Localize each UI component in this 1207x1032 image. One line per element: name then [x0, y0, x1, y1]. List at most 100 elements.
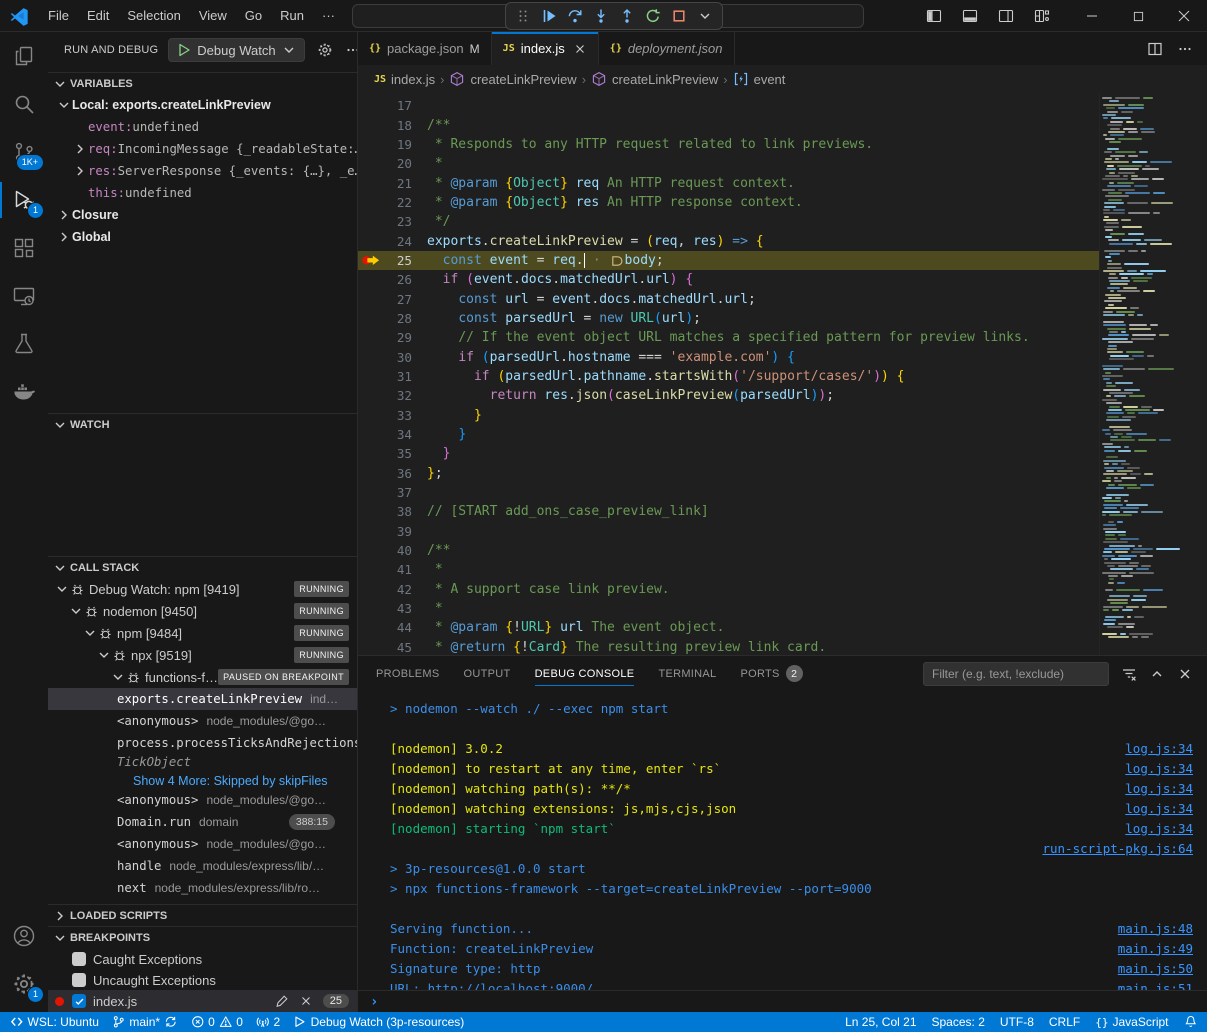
variable-row[interactable]: req: IncomingMessage {_readableState:…	[48, 138, 357, 160]
line-number[interactable]: 28	[384, 311, 412, 326]
chevron-down-icon[interactable]	[68, 603, 84, 619]
call-stack-session[interactable]: npx [9519]RUNNING	[48, 644, 357, 666]
gutter-glyph[interactable]	[358, 464, 384, 483]
code-line[interactable]: 32 return res.json(caseLinkPreview(parse…	[358, 386, 1207, 405]
activity-source-control[interactable]: 1K+	[0, 128, 48, 176]
tab-deployment.json[interactable]: {}deployment.json	[599, 32, 735, 65]
skipfiles-link[interactable]: Show 4 More: Skipped by skipFiles	[133, 774, 328, 788]
status-item-left-1[interactable]: main*	[112, 1015, 178, 1029]
chevron-down-button[interactable]	[694, 5, 716, 27]
line-number[interactable]: 26	[384, 272, 412, 287]
layout-customize-icon[interactable]	[1029, 4, 1055, 28]
checkbox-unchecked[interactable]	[72, 973, 86, 987]
variable-row[interactable]: this: undefined	[48, 182, 357, 204]
gutter-glyph[interactable]	[358, 406, 384, 425]
console-source-link[interactable]: main.js:51	[1118, 981, 1193, 991]
menu-item-selection[interactable]: Selection	[118, 5, 189, 27]
gutter-glyph[interactable]	[358, 599, 384, 618]
gutter-glyph[interactable]	[358, 618, 384, 637]
code-line[interactable]: 29 // If the event object URL matches a …	[358, 328, 1207, 347]
code-line[interactable]: 34 }	[358, 425, 1207, 444]
tab-package.json[interactable]: {}package.jsonM	[358, 32, 492, 65]
more-actions-icon[interactable]	[1177, 41, 1193, 57]
chevron-down-icon[interactable]	[110, 669, 126, 685]
filter-icon[interactable]	[1121, 666, 1137, 682]
debug-console-input[interactable]: ›	[358, 990, 1207, 1012]
call-stack-session[interactable]: npm [9484]RUNNING	[48, 622, 357, 644]
chevron-right-icon[interactable]	[72, 141, 88, 157]
stack-frame-row[interactable]: <anonymous>node_modules/@go…	[48, 833, 357, 855]
code-line[interactable]: 37	[358, 483, 1207, 502]
code-line[interactable]: 28 const parsedUrl = new URL(url);	[358, 309, 1207, 328]
gutter-glyph[interactable]	[358, 541, 384, 560]
activity-settings[interactable]: 1	[0, 960, 48, 1008]
tab-index.js[interactable]: JSindex.js	[492, 32, 599, 65]
status-item-right-2[interactable]: UTF-8	[1000, 1015, 1034, 1029]
code-line[interactable]: 38// [START add_ons_case_preview_link]	[358, 502, 1207, 521]
console-source-link[interactable]: log.js:34	[1125, 761, 1193, 776]
line-number[interactable]: 45	[384, 640, 412, 655]
console-filter-input[interactable]	[923, 662, 1109, 686]
minimize-button[interactable]	[1069, 0, 1115, 32]
chevron-down-icon[interactable]	[82, 625, 98, 641]
gutter-glyph[interactable]	[358, 251, 384, 270]
activity-docker[interactable]	[0, 368, 48, 416]
line-number[interactable]: 27	[384, 292, 412, 307]
line-number[interactable]: 42	[384, 582, 412, 597]
code-editor[interactable]: 1718/**19 * Responds to any HTTP request…	[358, 93, 1207, 655]
chevron-right-icon[interactable]	[56, 207, 72, 223]
checkbox-unchecked[interactable]	[72, 952, 86, 966]
menu-item-file[interactable]: File	[39, 5, 78, 27]
console-source-link[interactable]: log.js:34	[1125, 741, 1193, 756]
line-number[interactable]: 35	[384, 446, 412, 461]
gutter-glyph[interactable]	[358, 135, 384, 154]
gear-icon[interactable]	[317, 42, 333, 58]
maximize-button[interactable]	[1115, 0, 1161, 32]
gutter-glyph[interactable]	[358, 638, 384, 655]
gutter-glyph[interactable]	[358, 193, 384, 212]
panel-tab-ports[interactable]: PORTS2	[740, 656, 802, 691]
code-line[interactable]: 40/**	[358, 541, 1207, 560]
panel-tab-terminal[interactable]: TERMINAL	[658, 656, 716, 691]
code-line[interactable]: 23 */	[358, 212, 1207, 231]
chevron-right-icon[interactable]	[72, 163, 88, 179]
variable-row[interactable]: res: ServerResponse {_events: {…}, _e…	[48, 160, 357, 182]
line-number[interactable]: 32	[384, 388, 412, 403]
minimap[interactable]	[1099, 93, 1195, 655]
status-item-right-5[interactable]	[1184, 1015, 1198, 1029]
gutter-glyph[interactable]	[358, 309, 384, 328]
menu-item-moremoremore[interactable]: ···	[313, 5, 344, 27]
menu-item-go[interactable]: Go	[236, 5, 271, 27]
code-line[interactable]: 26 if (event.docs.matchedUrl.url) {	[358, 270, 1207, 289]
gripper-button[interactable]	[512, 5, 534, 27]
line-number[interactable]: 36	[384, 466, 412, 481]
line-number[interactable]: 34	[384, 427, 412, 442]
stack-frame-row[interactable]: exports.createLinkPreviewind…	[48, 688, 357, 710]
gutter-glyph[interactable]	[358, 444, 384, 463]
code-line[interactable]: 24exports.createLinkPreview = (req, res)…	[358, 231, 1207, 250]
stack-frame-row[interactable]: Domain.rundomain388:15	[48, 811, 357, 833]
layout-sidebar-left-icon[interactable]	[921, 4, 947, 28]
code-line[interactable]: 25 const event = req. · body;	[358, 251, 1207, 270]
activity-accounts[interactable]	[0, 912, 48, 960]
code-line[interactable]: 39	[358, 522, 1207, 541]
menu-item-edit[interactable]: Edit	[78, 5, 118, 27]
activity-remote-explorer[interactable]	[0, 272, 48, 320]
gutter-glyph[interactable]	[358, 270, 384, 289]
call-stack-session[interactable]: Debug Watch: npm [9419]RUNNING	[48, 578, 357, 600]
gutter-glyph[interactable]	[358, 522, 384, 541]
code-line[interactable]: 44 * @param {!URL} url The event object.	[358, 618, 1207, 637]
panel-tab-debug-console[interactable]: DEBUG CONSOLE	[535, 656, 635, 691]
line-number[interactable]: 25	[384, 253, 412, 268]
code-line[interactable]: 43 *	[358, 599, 1207, 618]
code-line[interactable]: 30 if (parsedUrl.hostname === 'example.c…	[358, 347, 1207, 366]
code-line[interactable]: 35 }	[358, 444, 1207, 463]
step-into-button[interactable]	[590, 5, 612, 27]
line-number[interactable]: 24	[384, 234, 412, 249]
variable-row[interactable]: event: undefined	[48, 116, 357, 138]
line-number[interactable]: 39	[384, 524, 412, 539]
line-number[interactable]: 18	[384, 118, 412, 133]
breadcrumb-item[interactable]: JSindex.js	[374, 72, 435, 87]
breakpoint-exception-row[interactable]: Caught Exceptions	[48, 948, 357, 970]
close-icon[interactable]	[299, 994, 313, 1008]
